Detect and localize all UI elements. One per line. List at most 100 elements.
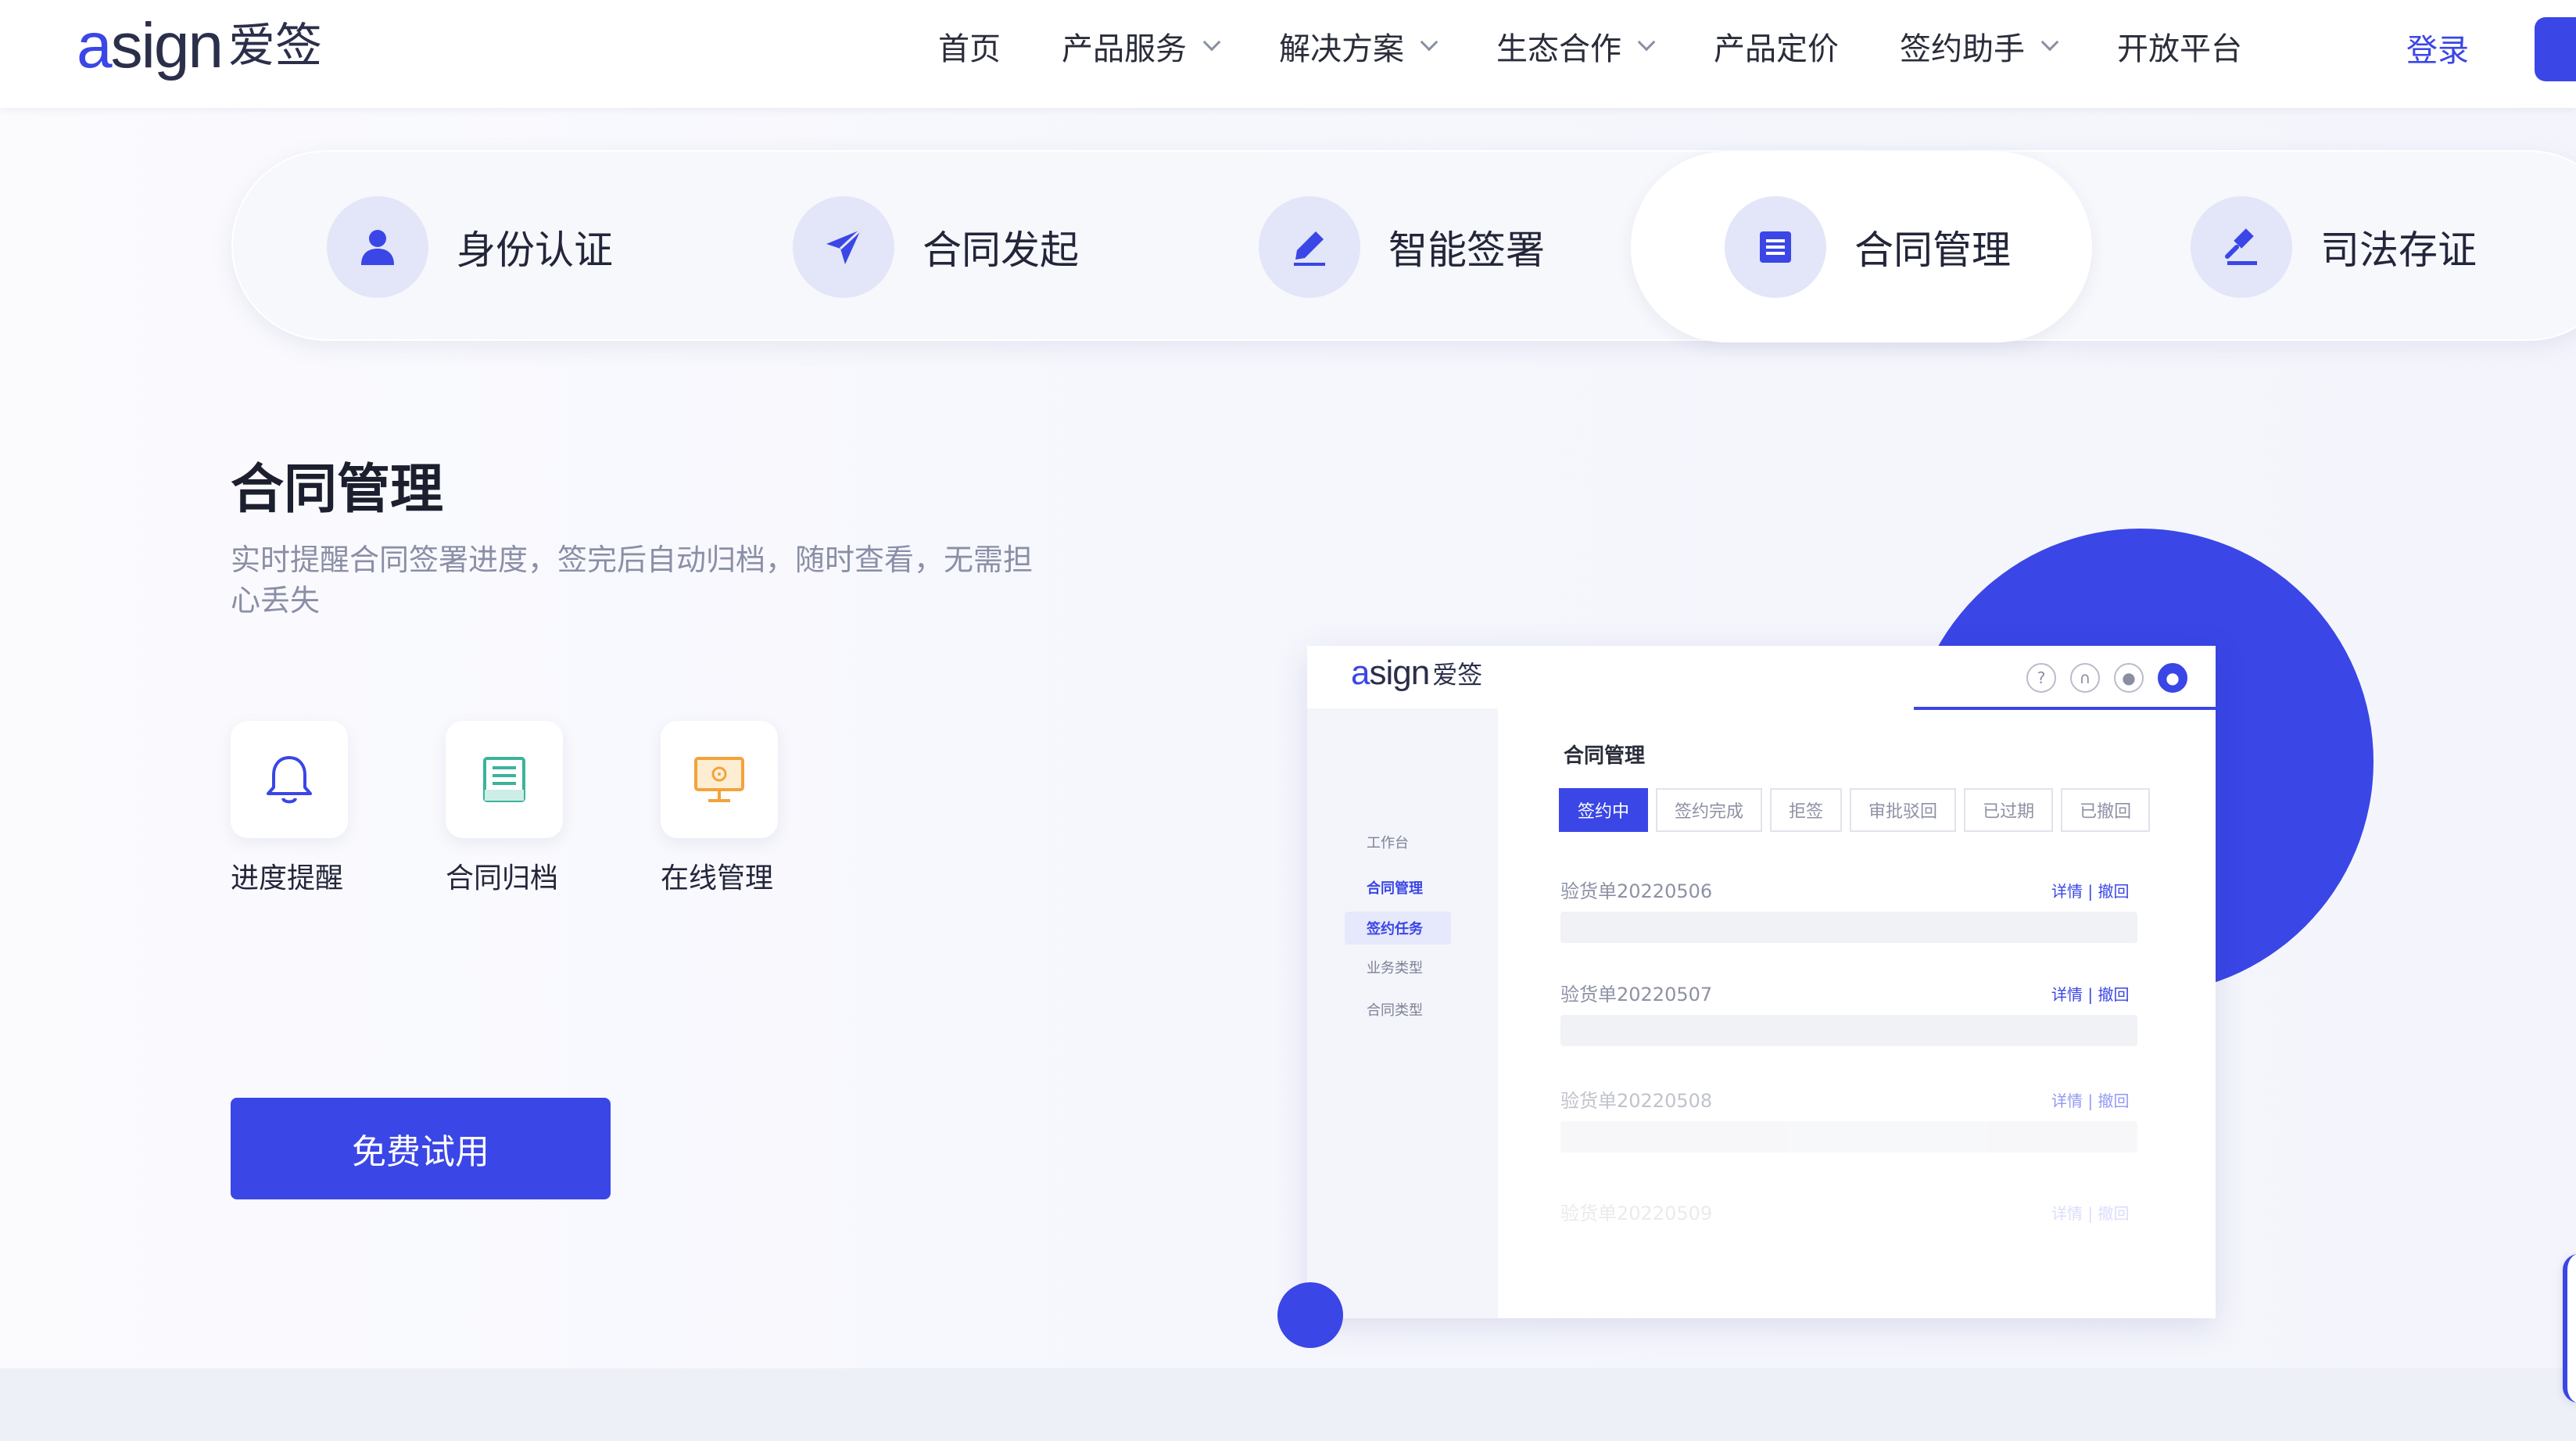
mockup-sidebar: 工作台 合同管理 签约任务 业务类型 合同类型 [1307, 708, 1498, 1318]
nav-label: 开放平台 [2117, 31, 2242, 67]
archive-icon [446, 721, 563, 838]
nav-item-assistant[interactable]: 签约助手 [1900, 23, 2059, 69]
feature-archive: 合同归档 [446, 721, 602, 896]
mockup-header: asign 爱签 ? ∩ ● ● [1307, 646, 2216, 708]
feature-progress-reminder: 进度提醒 [231, 721, 387, 896]
page: asign 爱签 首页 产品服务 解决方案 生态合作 产品定价 签约助手 开放平… [0, 0, 2576, 1441]
mockup-detail-link: 详情 [2051, 985, 2083, 1004]
feature-label: 在线管理 [661, 862, 774, 894]
pen-icon [1259, 196, 1360, 298]
mockup-logo-letter-a: a [1351, 654, 1370, 692]
mockup-row-actions: 详情 | 撤回 [2051, 882, 2130, 901]
nav-label: 签约助手 [1900, 31, 2025, 67]
mockup-header-icons: ? ∩ ● ● [2012, 663, 2187, 693]
mockup-logo: asign 爱签 [1351, 654, 1482, 693]
feature-online-management: 在线管理 [661, 721, 817, 896]
mockup-logo-letters: sign [1369, 654, 1430, 692]
mockup-tab: 审批驳回 [1850, 788, 1957, 832]
mockup-detail-link: 详情 [2051, 1204, 2083, 1223]
headset-icon: ∩ [2070, 663, 2100, 693]
tab-signing[interactable]: 智能签署 [1165, 152, 1626, 342]
mockup-tab: 拒签 [1770, 788, 1843, 832]
side-float-tab[interactable] [2563, 1254, 2576, 1403]
mockup-wordmark: asign [1351, 654, 1430, 693]
mockup-logo-chinese: 爱签 [1432, 660, 1483, 690]
tab-label: 合同管理 [1854, 228, 2011, 273]
chevron-down-icon [1420, 33, 1438, 52]
mockup-withdraw-link: 撤回 [2098, 985, 2130, 1004]
site-logo[interactable]: asign 爱签 [77, 11, 322, 81]
mockup-row-title: 验货单20220508 [1560, 1090, 1713, 1112]
feature-label: 合同归档 [446, 862, 559, 894]
user-icon [327, 196, 428, 298]
site-header: asign 爱签 首页 产品服务 解决方案 生态合作 产品定价 签约助手 开放平… [0, 0, 2576, 108]
feature-label: 进度提醒 [231, 862, 344, 894]
gavel-icon [2191, 196, 2292, 298]
tab-judicial-evidence[interactable]: 司法存证 [2097, 152, 2558, 342]
mockup-row-bar [1560, 1121, 2137, 1152]
mockup-row-actions: 详情 | 撤回 [2051, 985, 2130, 1004]
document-icon [1725, 196, 1826, 298]
nav-item-pricing[interactable]: 产品定价 [1714, 23, 1839, 69]
nav-item-products[interactable]: 产品服务 [1062, 23, 1221, 69]
mockup-row-title: 验货单20220509 [1560, 1203, 1713, 1224]
mockup-row-bar [1560, 1015, 2137, 1046]
main-nav: 首页 产品服务 解决方案 生态合作 产品定价 签约助手 开放平台 [938, 19, 2303, 73]
app-mockup: asign 爱签 ? ∩ ● ● 工作台 合同管理 签约任务 业务类型 合同类型… [1307, 646, 2216, 1318]
mockup-sidebar-item: 工作台 [1367, 835, 1409, 851]
mockup-row-title: 验货单20220506 [1560, 880, 1713, 902]
nav-item-open-platform[interactable]: 开放平台 [2117, 23, 2242, 69]
nav-label: 生态合作 [1496, 31, 1621, 67]
login-link[interactable]: 登录 [2406, 25, 2469, 70]
mockup-detail-link: 详情 [2051, 1092, 2083, 1110]
mockup-withdraw-link: 撤回 [2098, 1204, 2130, 1223]
feature-tabs: 身份认证 合同发起 智能签署 合同管理 司法存证 [231, 150, 2576, 342]
mockup-withdraw-link: 撤回 [2098, 1092, 2130, 1110]
bell-icon: ● [2114, 663, 2144, 693]
footer-band [0, 1368, 2576, 1441]
nav-item-home[interactable]: 首页 [938, 23, 1001, 69]
tab-contract-management[interactable]: 合同管理 [1631, 152, 2092, 342]
nav-item-solutions[interactable]: 解决方案 [1279, 23, 1438, 69]
chevron-down-icon [1637, 33, 1656, 52]
tab-label: 智能签署 [1388, 228, 1545, 273]
mockup-tab: 签约完成 [1656, 788, 1763, 832]
mockup-detail-link: 详情 [2051, 882, 2083, 901]
bell-icon [231, 721, 348, 838]
section-title: 合同管理 [231, 459, 444, 521]
nav-label: 产品服务 [1062, 31, 1187, 67]
mockup-row-title: 验货单20220507 [1560, 984, 1713, 1005]
nav-label: 首页 [938, 31, 1001, 67]
mockup-tab: 签约中 [1559, 788, 1649, 832]
mockup-row-bar [1560, 912, 2137, 943]
header-cta-button[interactable] [2535, 17, 2576, 81]
tab-label: 身份认证 [457, 228, 613, 273]
decor-dot-small [1277, 1282, 1343, 1348]
logo-chinese: 爱签 [228, 19, 323, 73]
chevron-down-icon [1202, 33, 1221, 52]
mockup-status-tabs: 签约中 签约完成 拒签 审批驳回 已过期 已撤回 [1559, 788, 2158, 832]
help-icon: ? [2026, 663, 2056, 693]
mockup-row-actions: 详情 | 撤回 [2051, 1204, 2130, 1223]
send-icon [793, 196, 894, 298]
mockup-row-actions: 详情 | 撤回 [2051, 1092, 2130, 1110]
tab-identity[interactable]: 身份认证 [233, 152, 694, 342]
logo-wordmark: asign [77, 14, 224, 78]
mockup-header-accent-line [1914, 707, 2216, 710]
tab-initiate[interactable]: 合同发起 [699, 152, 1160, 342]
logo-letters: sign [110, 10, 224, 81]
nav-label: 解决方案 [1279, 31, 1404, 67]
chevron-down-icon [2040, 33, 2059, 52]
logo-letter-a: a [77, 10, 113, 81]
monitor-icon [661, 721, 778, 838]
user-icon: ● [2158, 663, 2187, 693]
free-trial-button[interactable]: 免费试用 [231, 1098, 611, 1199]
mockup-sidebar-item: 合同管理 [1367, 880, 1423, 897]
tab-label: 合同发起 [923, 228, 1079, 273]
mockup-sidebar-item: 合同类型 [1367, 1002, 1423, 1019]
mockup-withdraw-link: 撤回 [2098, 882, 2130, 901]
mockup-sidebar-item: 业务类型 [1367, 960, 1423, 977]
mockup-tab: 已过期 [1964, 788, 2054, 832]
mockup-sidebar-item: 签约任务 [1367, 921, 1423, 937]
nav-item-ecosystem[interactable]: 生态合作 [1496, 23, 1656, 69]
